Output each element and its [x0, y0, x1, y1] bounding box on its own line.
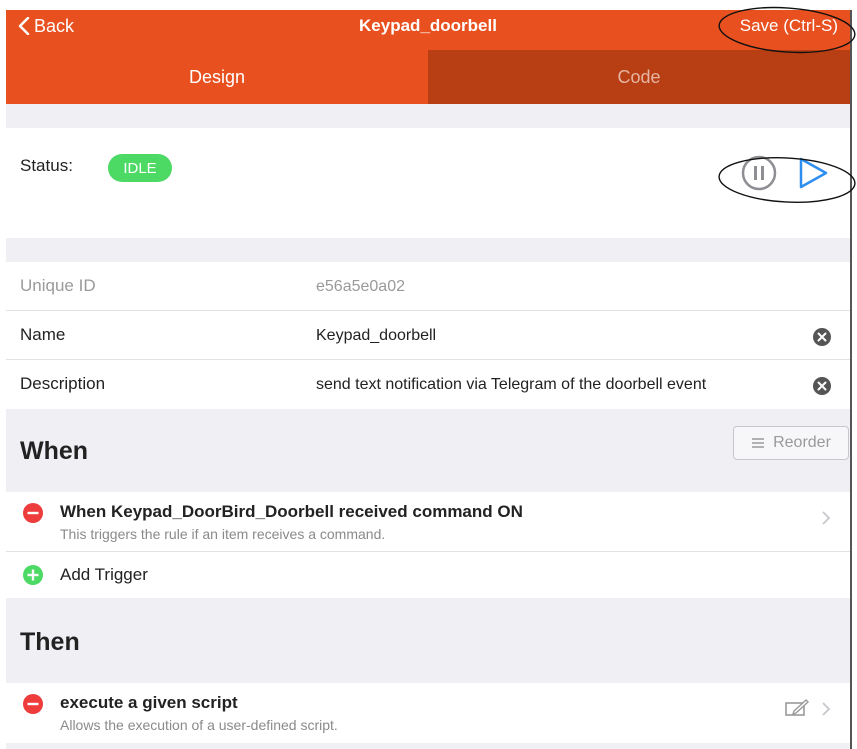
remove-icon[interactable]	[22, 693, 44, 715]
unique-id-value: e56a5e0a02	[316, 278, 405, 295]
trigger-description: This triggers the rule if an item receiv…	[60, 526, 386, 542]
add-trigger-label: Add Trigger	[60, 565, 148, 584]
play-icon[interactable]	[793, 154, 831, 192]
save-button[interactable]: Save (Ctrl-S)	[740, 12, 838, 40]
name-label: Name	[20, 325, 66, 344]
chevron-right-icon	[822, 702, 831, 716]
remove-icon[interactable]	[22, 502, 44, 524]
description-field[interactable]: send text notification via Telegram of t…	[316, 376, 706, 394]
trigger-list: When Keypad_DoorBird_Doorbell received c…	[6, 492, 850, 598]
name-field[interactable]: Keypad_doorbell	[316, 327, 436, 345]
action-title: execute a given script	[60, 693, 238, 712]
add-icon	[23, 565, 43, 585]
action-description: Allows the execution of a user-defined s…	[60, 717, 338, 733]
trigger-title: When Keypad_DoorBird_Doorbell received c…	[60, 502, 523, 521]
rule-editor-window: Back Keypad_doorbell Save (Ctrl-S) Desig…	[6, 10, 850, 749]
edit-script-icon[interactable]	[784, 697, 810, 719]
rule-properties: Unique ID e56a5e0a02 Name Keypad_doorbel…	[6, 262, 850, 409]
reorder-icon	[752, 438, 765, 448]
unique-id-label: Unique ID	[20, 276, 96, 295]
navbar: Back Keypad_doorbell Save (Ctrl-S)	[6, 10, 850, 50]
clear-description-icon[interactable]	[812, 376, 832, 396]
page-title: Keypad_doorbell	[359, 16, 497, 35]
clear-name-icon[interactable]	[812, 327, 832, 347]
reorder-label: Reorder	[773, 434, 831, 451]
list-item[interactable]: execute a given script Allows the execut…	[6, 683, 850, 743]
tab-design[interactable]: Design	[6, 50, 428, 104]
action-list: execute a given script Allows the execut…	[6, 683, 850, 743]
prop-row-description: Description send text notification via T…	[6, 360, 850, 409]
status-badge: IDLE	[108, 154, 172, 182]
chevron-right-icon	[822, 511, 831, 525]
when-heading: When	[20, 437, 89, 465]
pause-icon[interactable]	[740, 154, 778, 192]
prop-row-name: Name Keypad_doorbell	[6, 311, 850, 360]
window-border	[850, 10, 852, 749]
tab-code[interactable]: Code	[428, 50, 850, 104]
status-card: Status: IDLE	[6, 128, 850, 238]
reorder-button[interactable]: Reorder	[733, 426, 849, 460]
then-heading: Then	[20, 628, 80, 656]
status-label: Status:	[20, 156, 73, 175]
add-trigger-button[interactable]: Add Trigger	[6, 552, 850, 598]
description-label: Description	[20, 374, 106, 393]
list-item[interactable]: When Keypad_DoorBird_Doorbell received c…	[6, 492, 850, 552]
prop-row-unique-id: Unique ID e56a5e0a02	[6, 262, 850, 311]
tab-bar: Design Code	[6, 50, 850, 104]
